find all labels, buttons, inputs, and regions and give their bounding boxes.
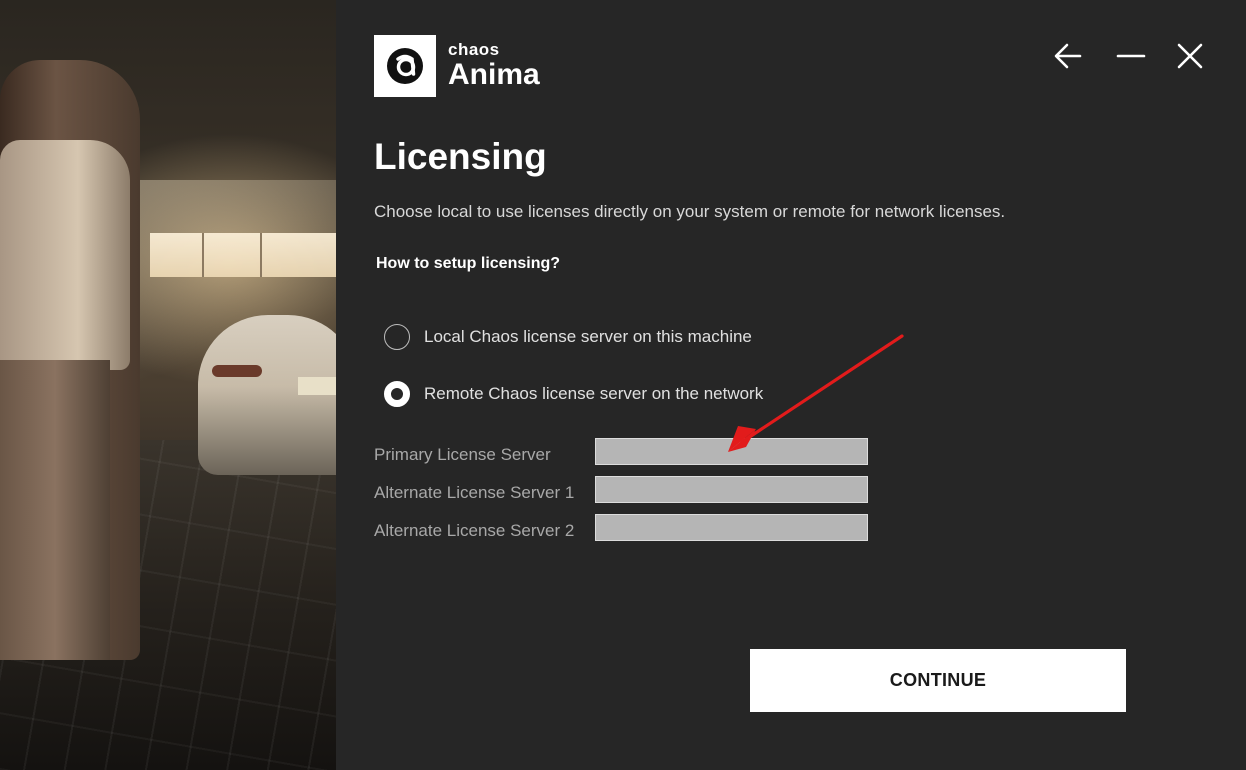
anima-logo-icon — [387, 48, 423, 84]
brand-company: chaos — [448, 40, 500, 59]
brand-product: Anima — [448, 58, 540, 91]
person-shirt — [0, 140, 130, 370]
car — [198, 315, 336, 475]
option-remote-license-server[interactable]: Remote Chaos license server on the netwo… — [384, 381, 763, 407]
minus-icon — [1116, 54, 1146, 58]
continue-button[interactable]: CONTINUE — [750, 649, 1126, 712]
car-tail-light — [212, 365, 262, 377]
page-subtitle: Choose local to use licenses directly on… — [374, 202, 1006, 221]
radio-remote[interactable] — [384, 381, 410, 407]
licensing-panel: chaos Anima Licensing Choose local to us… — [336, 0, 1246, 770]
alternate-server-2-input[interactable] — [595, 514, 868, 541]
option-local-license-server[interactable]: Local Chaos license server on this machi… — [384, 324, 752, 350]
option-remote-label: Remote Chaos license server on the netwo… — [424, 384, 764, 403]
garage-door-window — [150, 233, 336, 277]
person-pants — [0, 360, 110, 660]
close-button[interactable] — [1172, 38, 1208, 74]
page-title: Licensing — [374, 136, 547, 177]
alternate-server-2-label: Alternate License Server 2 — [374, 521, 575, 540]
radio-local[interactable] — [384, 324, 410, 350]
back-button[interactable] — [1050, 38, 1086, 74]
primary-server-label: Primary License Server — [374, 445, 551, 464]
car-license-plate — [298, 377, 336, 395]
chaos-anima-logo — [374, 35, 436, 97]
arrow-left-icon — [1054, 43, 1082, 69]
person-figure — [0, 60, 140, 660]
minimize-button[interactable] — [1113, 38, 1149, 74]
alternate-server-1-label: Alternate License Server 1 — [374, 483, 575, 502]
hero-image — [0, 0, 336, 770]
primary-server-input[interactable] — [595, 438, 868, 465]
alternate-server-1-input[interactable] — [595, 476, 868, 503]
option-local-label: Local Chaos license server on this machi… — [424, 327, 752, 346]
close-icon — [1177, 43, 1203, 69]
setup-question: How to setup licensing? — [376, 255, 561, 272]
